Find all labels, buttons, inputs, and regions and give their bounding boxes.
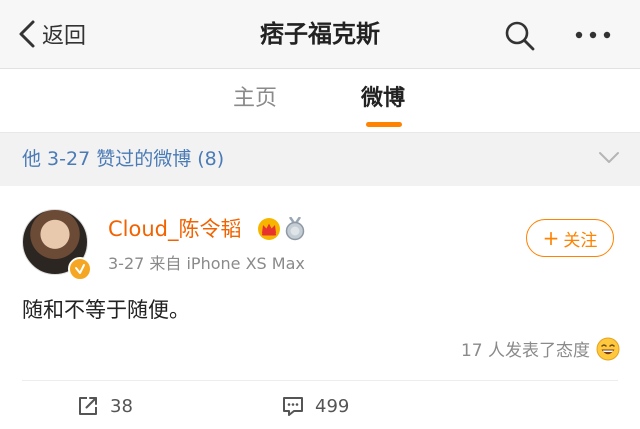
author-name[interactable]: Cloud_陈令韬: [108, 215, 242, 243]
follow-label: 关注: [563, 230, 598, 251]
chevron-down-icon[interactable]: [598, 151, 620, 165]
post-meta: 3-27 来自 iPhone XS Max: [108, 254, 305, 273]
crown-icon: [258, 218, 280, 240]
medal-icon: [285, 217, 305, 241]
laughing-emoji-icon: [596, 337, 620, 360]
plus-icon: +: [542, 226, 560, 250]
search-icon[interactable]: [504, 20, 536, 52]
repost-button[interactable]: 38: [76, 394, 133, 418]
verified-badge-icon: [68, 257, 92, 281]
nav-bar: 返回 痞子福克斯: [0, 0, 640, 69]
section-title: 他 3-27 赞过的微博 (8): [22, 148, 225, 170]
back-label: 返回: [42, 24, 87, 49]
tab-weibo[interactable]: 微博: [361, 83, 405, 115]
post-text: 随和不等于随便。: [22, 298, 190, 322]
follow-button[interactable]: + 关注: [526, 219, 614, 257]
page-title: 痞子福克斯: [260, 20, 380, 48]
back-button[interactable]: 返回: [18, 17, 86, 51]
profile-tabs: 主页 微博: [0, 69, 640, 132]
reactions-summary[interactable]: 17 人发表了态度: [461, 336, 620, 361]
chevron-left-icon: [19, 20, 35, 48]
post-divider: [22, 380, 618, 381]
share-icon: [79, 397, 97, 415]
more-icon[interactable]: [574, 24, 612, 46]
reactions-text: 17 人发表了态度: [460, 341, 590, 361]
comment-icon: [283, 397, 303, 416]
active-tab-indicator: [366, 122, 402, 127]
repost-count: 38: [110, 395, 133, 417]
weibo-post-card: Cloud_陈令韬 3-27 来自 iPhone XS Max + 关注 随和不…: [0, 186, 640, 429]
tab-home[interactable]: 主页: [233, 83, 277, 115]
comment-count: 499: [315, 395, 350, 417]
comment-button[interactable]: 499: [281, 394, 349, 418]
liked-posts-section-header[interactable]: 他 3-27 赞过的微博 (8): [0, 132, 640, 187]
author-avatar[interactable]: [22, 209, 92, 281]
